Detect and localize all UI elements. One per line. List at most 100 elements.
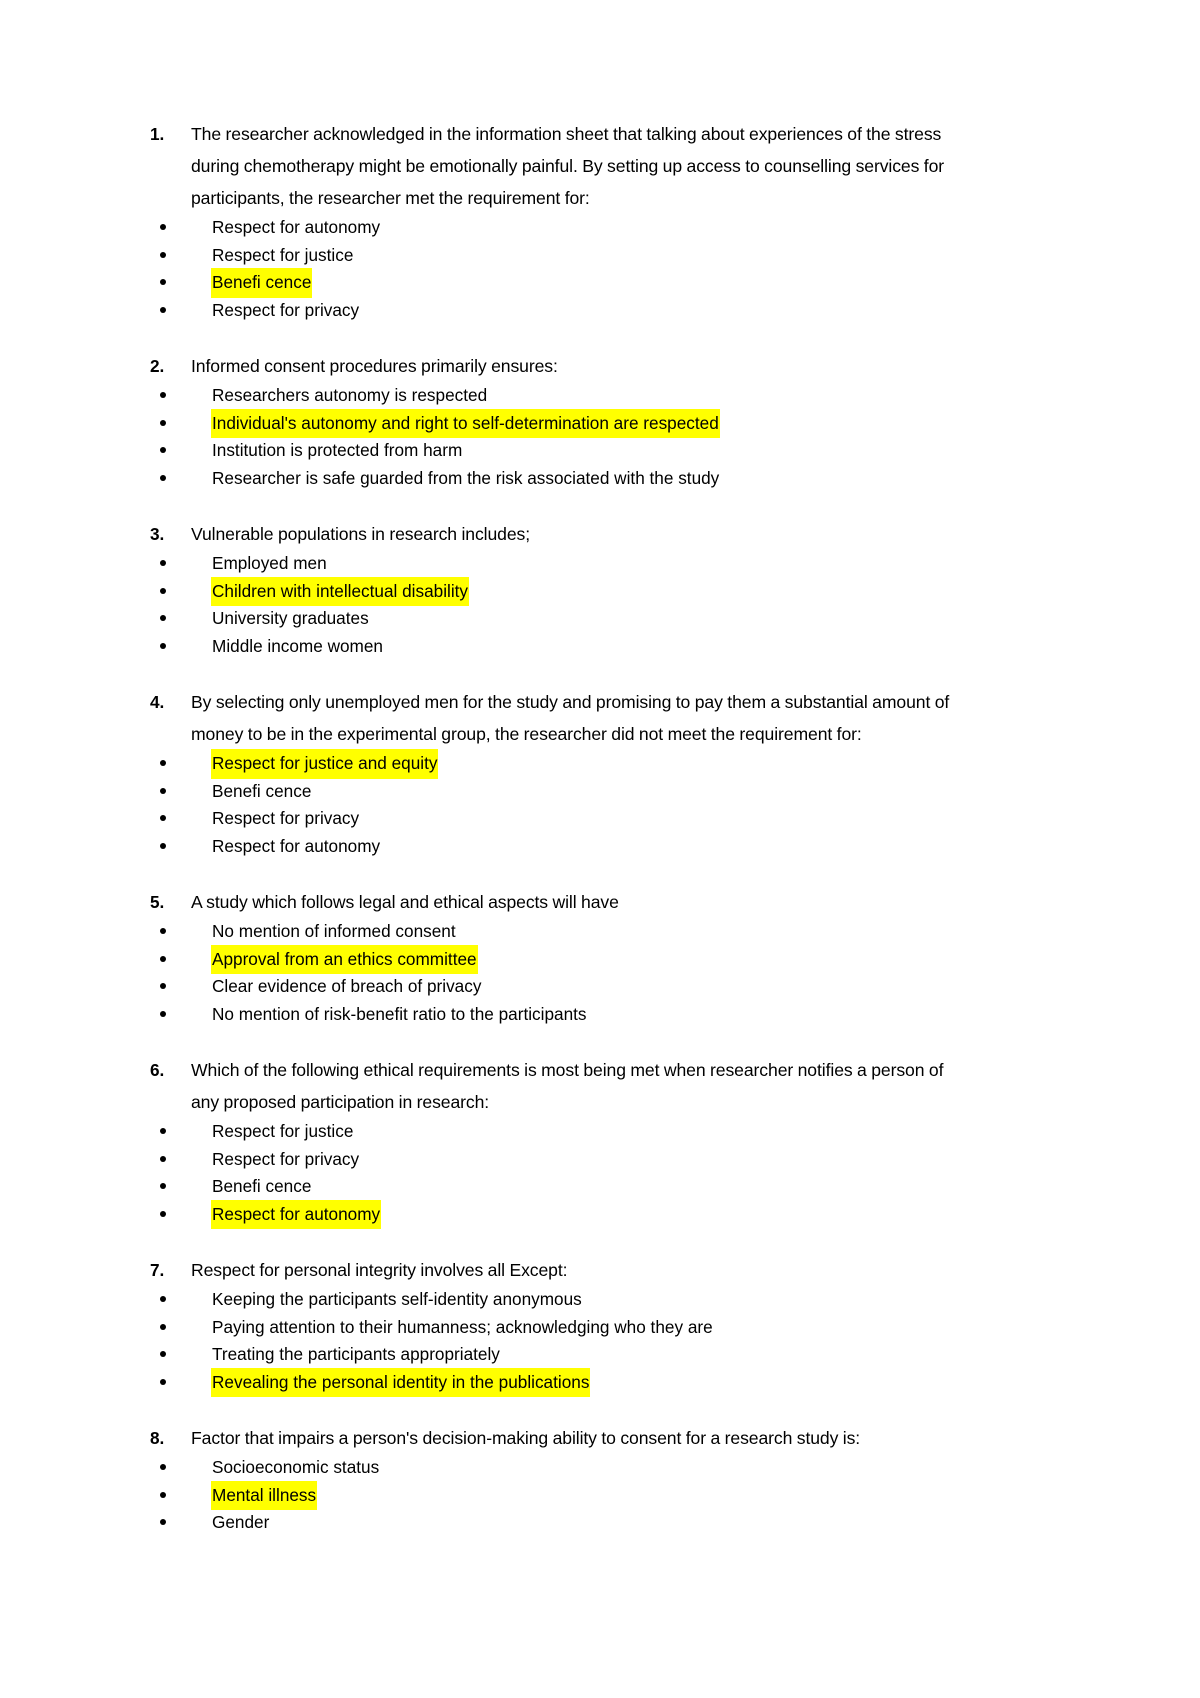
question-block: 6. Which of the following ethical require…: [150, 1054, 970, 1228]
question-block: 8. Factor that impairs a person's decisio…: [150, 1422, 970, 1537]
answer-option[interactable]: Approval from an ethics committee: [150, 945, 970, 973]
bullet-icon: [150, 465, 212, 491]
answer-option[interactable]: Respect for autonomy: [150, 833, 970, 861]
question-text: Which of the following ethical requireme…: [191, 1060, 944, 1112]
answer-option-label: Respect for autonomy: [212, 217, 381, 237]
bullet-icon: [150, 1482, 212, 1508]
bullet-icon: [150, 805, 212, 831]
answer-option[interactable]: Employed men: [150, 550, 970, 578]
answer-option[interactable]: Respect for justice and equity: [150, 750, 970, 778]
bullet-icon: [150, 1146, 212, 1172]
question-text: Respect for personal integrity involves …: [191, 1260, 568, 1280]
bullet-icon: [150, 605, 212, 631]
answer-option-label: Respect for justice: [212, 1121, 354, 1141]
bullet-icon: [150, 1286, 212, 1312]
bullet-icon: [150, 833, 212, 859]
bullet-icon: [150, 750, 212, 776]
answer-option[interactable]: Children with intellectual disability: [150, 577, 970, 605]
answer-option-label-highlighted: Revealing the personal identity in the p…: [212, 1368, 590, 1396]
answer-option-list: Keeping the participants self-identity a…: [150, 1286, 970, 1396]
answer-option[interactable]: Respect for privacy: [150, 297, 970, 325]
answer-option-label: Treating the participants appropriately: [212, 1344, 500, 1364]
answer-option-label: Paying attention to their humanness; ack…: [212, 1316, 713, 1337]
bullet-icon: [150, 778, 212, 804]
bullet-icon: [150, 973, 212, 999]
answer-option-label: Institution is protected from harm: [212, 440, 463, 460]
question-stem: 8. Factor that impairs a person's decisio…: [150, 1422, 970, 1454]
answer-option[interactable]: Respect for autonomy: [150, 1200, 970, 1228]
question-stem: 5. A study which follows legal and ethica…: [150, 886, 970, 918]
bullet-icon: [150, 269, 212, 295]
answer-option-label: Benefi cence: [212, 780, 312, 801]
question-text: Factor that impairs a person's decision-…: [191, 1428, 861, 1448]
question-number: 5.: [150, 892, 165, 912]
bullet-icon: [150, 1201, 212, 1227]
answer-option-label: Benefi cence: [212, 1176, 312, 1196]
answer-option[interactable]: Respect for justice: [150, 1118, 970, 1146]
bullet-icon: [150, 578, 212, 604]
question-text: Informed consent procedures primarily en…: [191, 356, 558, 376]
bullet-icon: [150, 1118, 212, 1144]
answer-option[interactable]: Socioeconomic status: [150, 1454, 970, 1482]
answer-option-list: No mention of informed consent Approval f…: [150, 918, 970, 1028]
question-stem: 3. Vulnerable populations in research inc…: [150, 518, 970, 550]
answer-option[interactable]: Respect for privacy: [150, 805, 970, 833]
answer-option-label: Keeping the participants self-identity a…: [212, 1289, 582, 1309]
question-block: 3. Vulnerable populations in research inc…: [150, 518, 970, 660]
question-number: 7.: [150, 1260, 165, 1280]
answer-option-label: Respect for privacy: [212, 299, 360, 320]
answer-option-list: Respect for autonomy Respect for justice B…: [150, 214, 970, 324]
question-number: 6.: [150, 1060, 165, 1080]
bullet-icon: [150, 1509, 212, 1535]
answer-option[interactable]: Institution is protected from harm: [150, 437, 970, 465]
answer-option-label: Respect for privacy: [212, 1148, 360, 1169]
answer-option[interactable]: Researcher is safe guarded from the risk…: [150, 465, 970, 493]
answer-option-label: Respect for autonomy: [212, 835, 381, 856]
answer-option[interactable]: Paying attention to their humanness; ack…: [150, 1314, 970, 1342]
answer-option-label-highlighted: Benefi cence: [212, 269, 312, 297]
answer-option-label-highlighted: Respect for autonomy: [212, 1200, 381, 1228]
answer-option-label: Researchers autonomy is respected: [212, 385, 488, 405]
answer-option[interactable]: Individual's autonomy and right to self-…: [150, 409, 970, 437]
bullet-icon: [150, 550, 212, 576]
question-text: The researcher acknowledged in the infor…: [191, 124, 945, 208]
question-stem: 4. By selecting only unemployed men for t…: [150, 686, 970, 750]
question-block: 1. The researcher acknowledged in the inf…: [150, 118, 970, 324]
quiz-question-list: 1. The researcher acknowledged in the inf…: [150, 118, 970, 1537]
answer-option[interactable]: Respect for autonomy: [150, 214, 970, 242]
question-text: By selecting only unemployed men for the…: [191, 692, 950, 744]
bullet-icon: [150, 1173, 212, 1199]
question-number: 1.: [150, 124, 165, 144]
answer-option[interactable]: Middle income women: [150, 633, 970, 661]
answer-option[interactable]: Benefi cence: [150, 1173, 970, 1201]
question-block: 7. Respect for personal integrity involve…: [150, 1254, 970, 1396]
answer-option[interactable]: Respect for privacy: [150, 1146, 970, 1174]
answer-option[interactable]: University graduates: [150, 605, 970, 633]
bullet-icon: [150, 1001, 212, 1027]
bullet-icon: [150, 242, 212, 268]
answer-option-label: Middle income women: [212, 635, 383, 656]
answer-option[interactable]: Mental illness: [150, 1481, 970, 1509]
answer-option[interactable]: Respect for justice: [150, 242, 970, 270]
question-block: 2. Informed consent procedures primarily …: [150, 350, 970, 492]
answer-option-label: No mention of informed consent: [212, 921, 456, 941]
answer-option-label: University graduates: [212, 608, 369, 628]
answer-option[interactable]: Researchers autonomy is respected: [150, 382, 970, 410]
answer-option[interactable]: Benefi cence: [150, 269, 970, 297]
bullet-icon: [150, 1369, 212, 1395]
answer-option[interactable]: No mention of informed consent: [150, 918, 970, 946]
answer-option[interactable]: Clear evidence of breach of privacy: [150, 973, 970, 1001]
answer-option[interactable]: Benefi cence: [150, 778, 970, 806]
answer-option-label-highlighted: Approval from an ethics committee: [212, 945, 477, 973]
answer-option[interactable]: Gender: [150, 1509, 970, 1537]
question-stem: 7. Respect for personal integrity involve…: [150, 1254, 970, 1286]
answer-option-list: Respect for justice and equity Benefi cen…: [150, 750, 970, 860]
answer-option-list: Researchers autonomy is respected Individ…: [150, 382, 970, 492]
question-stem: 2. Informed consent procedures primarily …: [150, 350, 970, 382]
answer-option[interactable]: Keeping the participants self-identity a…: [150, 1286, 970, 1314]
answer-option-label: Gender: [212, 1512, 270, 1532]
answer-option[interactable]: No mention of risk-benefit ratio to the …: [150, 1001, 970, 1029]
answer-option[interactable]: Treating the participants appropriately: [150, 1341, 970, 1369]
answer-option[interactable]: Revealing the personal identity in the p…: [150, 1368, 970, 1396]
answer-option-label: Respect for privacy: [212, 808, 360, 828]
